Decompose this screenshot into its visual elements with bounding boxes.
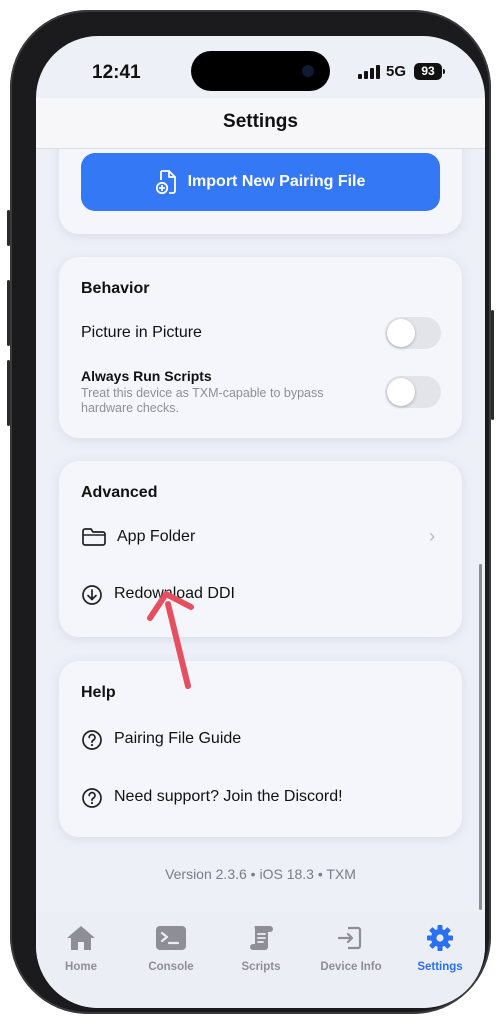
house-icon xyxy=(67,926,95,950)
pairing-guide-row[interactable]: Pairing File Guide xyxy=(59,716,462,762)
discord-label: Need support? Join the Discord! xyxy=(114,788,343,805)
nav-bar: Settings xyxy=(36,98,485,149)
behavior-card: Behavior Picture in Picture Always Run S… xyxy=(59,257,462,438)
gear-icon xyxy=(427,925,453,951)
help-title: Help xyxy=(81,684,116,701)
download-circle-icon xyxy=(82,585,102,605)
app-folder-label: App Folder xyxy=(117,528,196,545)
version-label: Version 2.3.6 • iOS 18.3 • TXM xyxy=(165,866,356,882)
device-info-icon xyxy=(337,926,362,950)
app-folder-row[interactable]: App Folder › xyxy=(59,511,462,563)
terminal-icon xyxy=(156,926,186,950)
run-scripts-subtitle: Treat this device as TXM-capable to bypa… xyxy=(81,386,324,415)
tab-console[interactable]: Console xyxy=(126,924,216,973)
toggle-knob xyxy=(387,378,415,406)
network-label: 5G xyxy=(386,63,407,80)
scrollbar[interactable] xyxy=(479,564,482,910)
pip-label: Picture in Picture xyxy=(81,324,202,341)
redownload-ddi-label: Redownload DDI xyxy=(114,585,235,602)
pairing-guide-label: Pairing File Guide xyxy=(114,730,242,747)
run-scripts-label: Always Run Scripts xyxy=(81,368,212,384)
toggle-knob xyxy=(387,319,415,347)
dynamic-island xyxy=(191,51,330,91)
pip-toggle[interactable] xyxy=(385,317,441,349)
screen: 12:41 5G 93 Import New Pairing File Beha… xyxy=(36,36,485,1008)
discord-row[interactable]: Need support? Join the Discord! xyxy=(59,774,462,820)
import-pairing-label: Import New Pairing File xyxy=(187,173,366,190)
phone-frame: 12:41 5G 93 Import New Pairing File Beha… xyxy=(7,10,494,1014)
tab-settings[interactable]: Settings xyxy=(395,924,485,973)
tab-scripts[interactable]: Scripts xyxy=(216,924,306,973)
folder-icon xyxy=(82,528,106,546)
volume-up-button xyxy=(7,280,10,346)
page-title: Settings xyxy=(223,111,298,132)
behavior-title: Behavior xyxy=(81,280,150,297)
question-circle-icon xyxy=(82,788,102,808)
status-time: 12:41 xyxy=(92,62,141,83)
tab-bar: Home Console Scripts Device Info Setting… xyxy=(36,912,485,1008)
volume-down-button xyxy=(7,360,10,426)
tab-home-label: Home xyxy=(65,961,97,973)
camera-icon xyxy=(302,65,314,77)
tab-device-info[interactable]: Device Info xyxy=(306,924,396,973)
tab-scripts-label: Scripts xyxy=(241,961,281,973)
tab-console-label: Console xyxy=(148,961,194,973)
tab-home[interactable]: Home xyxy=(36,924,126,973)
action-button xyxy=(7,210,10,246)
battery-icon: 93 xyxy=(414,63,445,80)
tab-settings-label: Settings xyxy=(417,961,463,973)
chevron-right-icon: › xyxy=(429,526,435,546)
tab-device-info-label: Device Info xyxy=(320,961,382,973)
run-scripts-toggle[interactable] xyxy=(385,376,441,408)
redownload-ddi-row[interactable]: Redownload DDI xyxy=(59,569,462,619)
advanced-card: Advanced App Folder › Redownload DDI xyxy=(59,461,462,637)
signal-icon xyxy=(358,65,380,79)
question-circle-icon xyxy=(82,730,102,750)
file-add-icon xyxy=(155,170,176,195)
help-card: Help Pairing File Guide Need support? Jo… xyxy=(59,661,462,837)
import-pairing-button[interactable]: Import New Pairing File xyxy=(81,153,440,211)
advanced-title: Advanced xyxy=(81,484,158,501)
power-button xyxy=(491,310,494,420)
scroll-icon xyxy=(250,926,273,950)
